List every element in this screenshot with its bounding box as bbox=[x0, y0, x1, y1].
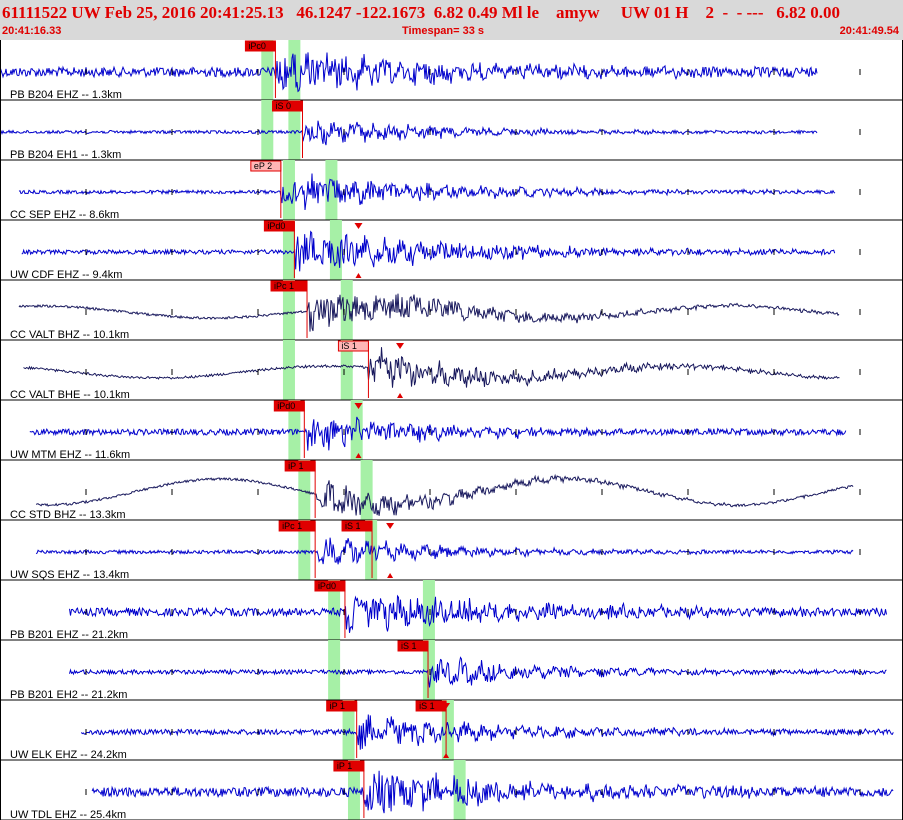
waveform-line bbox=[91, 770, 894, 814]
phase-pick-flag[interactable]: iS 1 bbox=[415, 700, 447, 712]
timespan-label: Timespan= 33 s bbox=[402, 25, 485, 37]
waveform-line bbox=[18, 293, 840, 332]
time-window bbox=[261, 100, 274, 160]
pick-label: iP 1 bbox=[288, 461, 303, 471]
time-window bbox=[282, 340, 295, 400]
station-label: UW CDF EHZ -- 9.4km bbox=[10, 269, 122, 281]
arrival-marker-icon bbox=[387, 573, 394, 578]
pick-label: eP 2 bbox=[254, 161, 272, 171]
arrival-marker-icon bbox=[386, 523, 395, 529]
pick-label: iS 1 bbox=[419, 701, 435, 711]
pick-label: iPc 1 bbox=[282, 521, 302, 531]
trace-row[interactable]: iS 1 PB B201 EH2 -- 21.2km bbox=[0, 640, 903, 701]
phase-pick-flag[interactable]: iS 1 bbox=[337, 340, 369, 352]
waveform-line bbox=[69, 656, 887, 688]
phase-pick-flag[interactable]: iS 0 bbox=[272, 100, 304, 112]
waveform-line bbox=[0, 120, 818, 146]
phase-pick-flag[interactable]: iPc 1 bbox=[270, 280, 308, 292]
waveform-line bbox=[18, 173, 836, 211]
pick-label: iP 1 bbox=[330, 701, 345, 711]
waveform-line bbox=[21, 230, 836, 272]
event-header: 61111522 UW Feb 25, 2016 20:41:25.13 46.… bbox=[0, 0, 903, 40]
pick-label: iS 1 bbox=[345, 521, 361, 531]
trace-row[interactable]: iS 0 PB B204 EH1 -- 1.3km bbox=[0, 100, 903, 161]
phase-pick-flag[interactable]: iPd0 bbox=[314, 580, 346, 592]
arrival-marker-icon bbox=[397, 393, 404, 398]
phase-pick-flag[interactable]: iP 1 bbox=[326, 700, 358, 712]
station-label: CC VALT BHE -- 10.1km bbox=[10, 389, 130, 401]
waveform-line bbox=[35, 537, 854, 565]
pick-label: iPd0 bbox=[318, 581, 336, 591]
pick-label: iPd0 bbox=[277, 401, 295, 411]
station-label: CC VALT BHZ -- 10.1km bbox=[10, 329, 129, 341]
trace-row[interactable]: iP 1 iS 1 UW ELK EHZ -- 24.2km bbox=[0, 700, 903, 761]
pick-label: iPd0 bbox=[267, 221, 285, 231]
phase-pick-flag[interactable]: iPd0 bbox=[273, 400, 305, 412]
station-label: CC SEP EHZ -- 8.6km bbox=[10, 209, 119, 221]
time-window bbox=[360, 460, 373, 520]
time-window bbox=[340, 280, 353, 340]
station-label: PB B201 EH2 -- 21.2km bbox=[10, 689, 127, 701]
trace-row[interactable]: iPc0 PB B204 EHZ -- 1.3km bbox=[0, 40, 903, 101]
phase-pick-flag[interactable]: iS 1 bbox=[341, 520, 373, 532]
time-window bbox=[325, 160, 338, 220]
pick-label: iP 1 bbox=[337, 761, 352, 771]
phase-pick-flag[interactable]: iS 1 bbox=[397, 640, 429, 652]
waveform-line bbox=[80, 714, 894, 750]
phase-pick-flag[interactable]: iPc0 bbox=[244, 40, 276, 52]
phase-pick-flag[interactable]: iPc 1 bbox=[278, 520, 316, 532]
trace-row[interactable]: eP 2 CC SEP EHZ -- 8.6km bbox=[0, 160, 903, 221]
waveform-line bbox=[0, 52, 818, 93]
start-time-label: 20:41:16.33 bbox=[2, 25, 62, 37]
end-time-label: 20:41:49.54 bbox=[839, 25, 899, 37]
pick-label: iS 1 bbox=[401, 641, 417, 651]
trace-row[interactable]: iPc 1 iS 1 UW SQS EHZ -- 13.4km bbox=[0, 520, 903, 581]
phase-pick-flag[interactable]: eP 2 bbox=[250, 160, 282, 172]
trace-row[interactable]: iPd0 PB B201 EHZ -- 21.2km bbox=[0, 580, 903, 641]
trace-row[interactable]: iS 1 CC VALT BHE -- 10.1km bbox=[0, 340, 903, 401]
pick-label: iPc 1 bbox=[274, 281, 294, 291]
arrival-marker-icon bbox=[355, 273, 362, 278]
station-label: UW SQS EHZ -- 13.4km bbox=[10, 569, 129, 581]
station-label: PB B204 EHZ -- 1.3km bbox=[10, 89, 122, 101]
trace-row[interactable]: iPd0 UW MTM EHZ -- 11.6km bbox=[0, 400, 903, 461]
seismogram-panel[interactable]: iPc0 PB B204 EHZ -- 1.3km iS 0 PB B204 EH1 … bbox=[0, 40, 903, 820]
waveform-line bbox=[23, 347, 840, 388]
phase-pick-flag[interactable]: iP 1 bbox=[333, 760, 365, 772]
trace-row[interactable]: iP 1 CC STD BHZ -- 13.3km bbox=[0, 460, 903, 521]
pick-label: iPc0 bbox=[248, 41, 266, 51]
arrival-marker-icon bbox=[396, 343, 405, 349]
waveform-line bbox=[29, 416, 847, 451]
station-label: UW TDL EHZ -- 25.4km bbox=[10, 809, 126, 820]
trace-row[interactable]: iPc 1 CC VALT BHZ -- 10.1km bbox=[0, 280, 903, 341]
station-label: UW ELK EHZ -- 24.2km bbox=[10, 749, 127, 761]
station-label: PB B204 EH1 -- 1.3km bbox=[10, 149, 121, 161]
phase-pick-flag[interactable]: iPd0 bbox=[263, 220, 295, 232]
phase-pick-flag[interactable]: iP 1 bbox=[284, 460, 316, 472]
waveform-line bbox=[35, 473, 854, 516]
station-label: CC STD BHZ -- 13.3km bbox=[10, 509, 126, 521]
event-summary-title: 61111522 UW Feb 25, 2016 20:41:25.13 46.… bbox=[2, 3, 840, 22]
station-label: PB B201 EHZ -- 21.2km bbox=[10, 629, 128, 641]
trace-row[interactable]: iP 1 UW TDL EHZ -- 25.4km bbox=[0, 760, 903, 820]
arrival-marker-icon bbox=[354, 223, 363, 229]
pick-label: iS 0 bbox=[276, 101, 292, 111]
pick-label: iS 1 bbox=[341, 341, 357, 351]
waveform-line bbox=[69, 594, 887, 633]
trace-row[interactable]: iPd0 UW CDF EHZ -- 9.4km bbox=[0, 220, 903, 281]
station-label: UW MTM EHZ -- 11.6km bbox=[10, 449, 130, 461]
